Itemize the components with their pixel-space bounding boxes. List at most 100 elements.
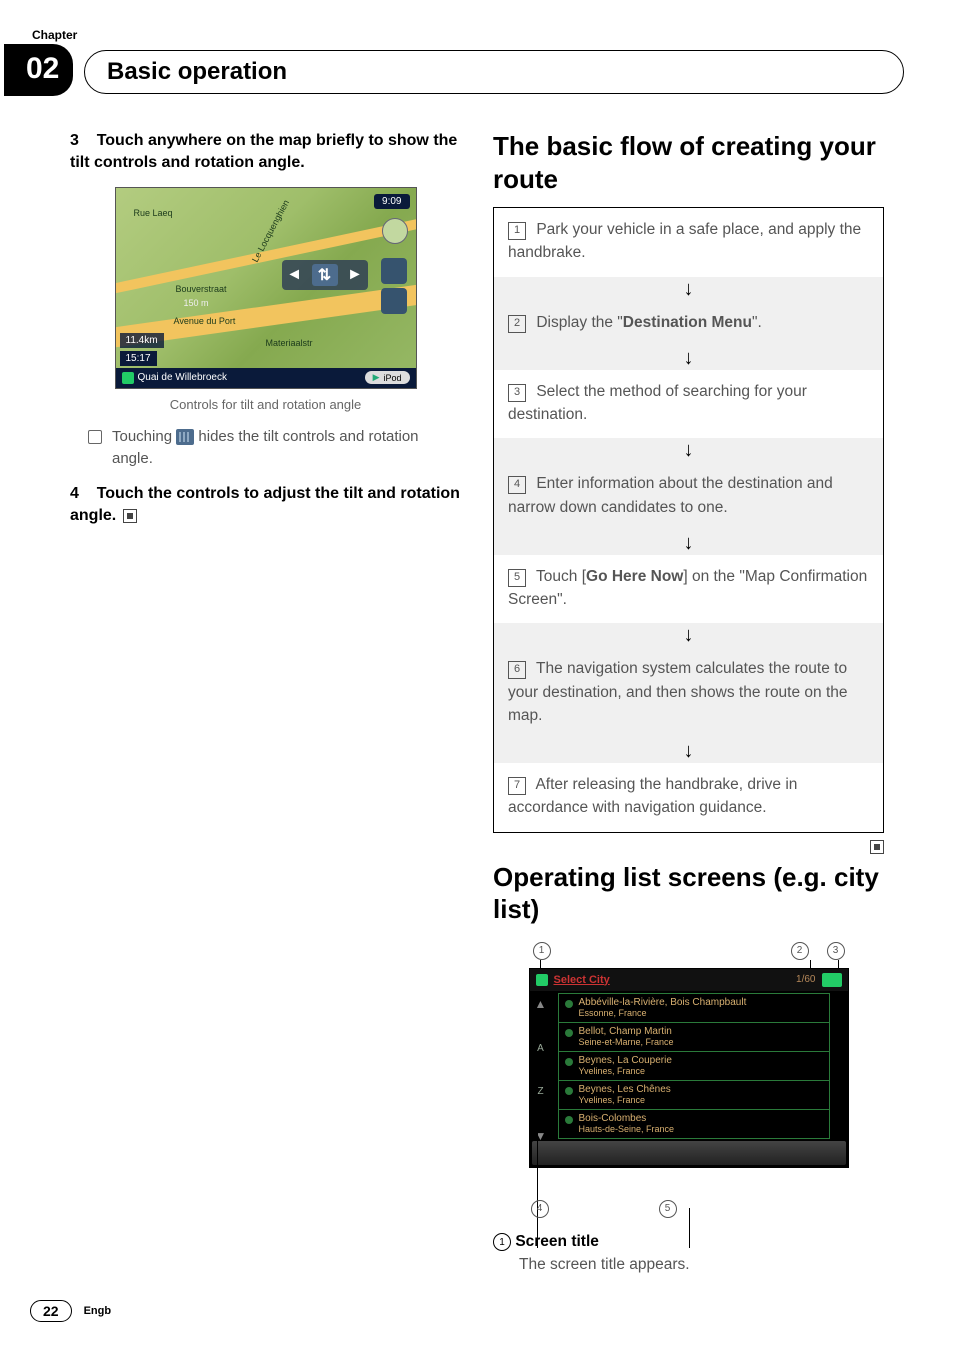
page-number: 22: [30, 1300, 72, 1322]
poi-dot-icon: [565, 1058, 573, 1066]
note-bullet-icon: [88, 430, 102, 444]
flow-text: The navigation system calculates the rou…: [508, 660, 848, 724]
list-item: Beynes, La CouperieYvelines, France: [559, 1052, 829, 1081]
map-tool-icon: [381, 258, 407, 284]
callouts-bottom: 4 5: [529, 1168, 849, 1218]
time-badge: 9:09: [374, 194, 409, 209]
flow-text: After releasing the handbrake, drive in …: [508, 776, 797, 816]
callout-desc-label: Screen title: [515, 1233, 599, 1250]
list-item-line2: Essonne, France: [579, 1008, 647, 1018]
flow-num: 1: [508, 222, 526, 240]
list-item-line2: Seine-et-Marne, France: [579, 1037, 674, 1047]
keyboard-bar: [532, 1141, 846, 1165]
tilt-right-icon: ►: [347, 266, 363, 284]
list-screens-heading: Operating list screens (e.g. city list): [493, 861, 884, 926]
left-column: 3 Touch anywhere on the map briefly to s…: [70, 130, 461, 1262]
flow-text-bold: Destination Menu: [623, 314, 752, 331]
play-icon: ▶: [373, 372, 380, 383]
flow-step-3: 3 Select the method of searching for you…: [494, 370, 883, 439]
flow-heading: The basic flow of creating your route: [493, 130, 884, 195]
street-label: Avenue du Port: [174, 316, 236, 326]
eta-badge: 15:17: [120, 351, 157, 366]
tilt-left-icon: ◄: [286, 266, 302, 284]
callout-2: 2: [791, 942, 809, 960]
flow-num: 6: [508, 661, 526, 679]
list-title: Select City: [554, 974, 610, 986]
poi-dot-icon: [565, 1116, 573, 1124]
scroll-up-icon: ▲: [535, 997, 547, 1011]
route-icon: [122, 372, 134, 384]
callout-5: 5: [659, 1200, 677, 1218]
callout-desc-body: The screen title appears.: [519, 1253, 884, 1276]
flow-text: Select the method of searching for your …: [508, 383, 807, 423]
app-icon: [536, 974, 548, 986]
list-figure: 1 2 3 Select City 1/60: [529, 942, 849, 1218]
list-item-line1: Beynes, Les Chênes: [579, 1084, 671, 1095]
flow-text: Display the ": [536, 314, 622, 331]
end-section-icon: [123, 509, 137, 523]
tilt-center-icon: ⇅: [312, 264, 338, 286]
list-item-line2: Hauts-de-Seine, France: [579, 1124, 675, 1134]
list-count: 1/60: [796, 974, 815, 985]
flow-text: Enter information about the destination …: [508, 475, 833, 515]
street-label: Materiaalstr: [266, 338, 313, 348]
current-road-label: Quai de Willebroeck: [138, 372, 227, 383]
down-arrow-icon: ↓: [494, 277, 883, 301]
step-3-number: 3: [70, 132, 79, 149]
chapter-title: Basic operation: [84, 50, 904, 94]
chapter-number-badge: 02: [4, 44, 73, 96]
list-item: Abbéville-la-Rivière, Bois ChampbaultEss…: [559, 994, 829, 1023]
callout-3: 3: [827, 942, 845, 960]
flow-text-bold: Go Here Now: [586, 568, 683, 585]
list-item: Bellot, Champ MartinSeine-et-Marne, Fran…: [559, 1023, 829, 1052]
flow-num: 7: [508, 777, 526, 795]
flow-box: 1 Park your vehicle in a safe place, and…: [493, 207, 884, 833]
step-4-number: 4: [70, 485, 79, 502]
poi-dot-icon: [565, 1000, 573, 1008]
step-3-heading: 3 Touch anywhere on the map briefly to s…: [70, 130, 461, 175]
tilt-rotation-controls: ◄ ⇅ ►: [282, 260, 368, 290]
callouts-top: 1 2 3: [529, 942, 849, 962]
callout-desc-num: 1: [493, 1233, 511, 1251]
list-rows: Abbéville-la-Rivière, Bois ChampbaultEss…: [558, 993, 830, 1139]
az-indicator: Z: [537, 1086, 543, 1097]
hide-controls-icon: [176, 429, 194, 445]
flow-text: ".: [752, 314, 762, 331]
flow-num: 3: [508, 384, 526, 402]
list-item-line1: Beynes, La Couperie: [579, 1055, 672, 1066]
map-screenshot: Rue Laeq Le Locquenghien Bouverstraat Av…: [115, 187, 417, 389]
distance-badge: 11.4km: [120, 333, 164, 348]
note-text-prefix: Touching: [112, 428, 176, 445]
flow-step-4: 4 Enter information about the destinatio…: [494, 462, 883, 531]
figure-caption: Controls for tilt and rotation angle: [70, 397, 461, 412]
map-tool-icon: [381, 288, 407, 314]
flow-step-5: 5 Touch [Go Here Now] on the "Map Confir…: [494, 555, 883, 624]
street-label: Bouverstraat: [176, 284, 227, 294]
list-item-line1: Bellot, Champ Martin: [579, 1026, 672, 1037]
step-3-text: Touch anywhere on the map briefly to sho…: [70, 132, 457, 171]
list-item-line2: Yvelines, France: [579, 1066, 646, 1076]
list-item-line1: Abbéville-la-Rivière, Bois Champbault: [579, 997, 747, 1008]
flow-step-2: 2 Display the "Destination Menu".: [494, 301, 883, 346]
flow-num: 4: [508, 476, 526, 494]
chapter-label: Chapter: [32, 28, 77, 42]
back-icon: [822, 973, 842, 987]
list-item: Bois-ColombesHauts-de-Seine, France: [559, 1110, 829, 1138]
right-column: The basic flow of creating your route 1 …: [493, 130, 884, 1262]
page-footer: 22 Engb: [30, 1300, 111, 1322]
az-indicator: A: [537, 1043, 544, 1054]
map-bottom-bar: Quai de Willebroeck ▶ iPod: [116, 368, 416, 388]
list-header: Select City 1/60: [530, 969, 848, 991]
flow-step-1: 1 Park your vehicle in a safe place, and…: [494, 208, 883, 277]
note-text: Touching hides the tilt controls and rot…: [112, 426, 461, 471]
down-arrow-icon: ↓: [494, 739, 883, 763]
note-row: Touching hides the tilt controls and rot…: [88, 426, 461, 471]
scale-label: 150 m: [184, 298, 209, 308]
list-item: Beynes, Les ChênesYvelines, France: [559, 1081, 829, 1110]
ipod-label: iPod: [383, 373, 401, 383]
flow-num: 2: [508, 315, 526, 333]
flow-step-6: 6 The navigation system calculates the r…: [494, 647, 883, 739]
flow-text: Park your vehicle in a safe place, and a…: [508, 221, 861, 261]
down-arrow-icon: ↓: [494, 346, 883, 370]
list-item-line2: Yvelines, France: [579, 1095, 646, 1105]
